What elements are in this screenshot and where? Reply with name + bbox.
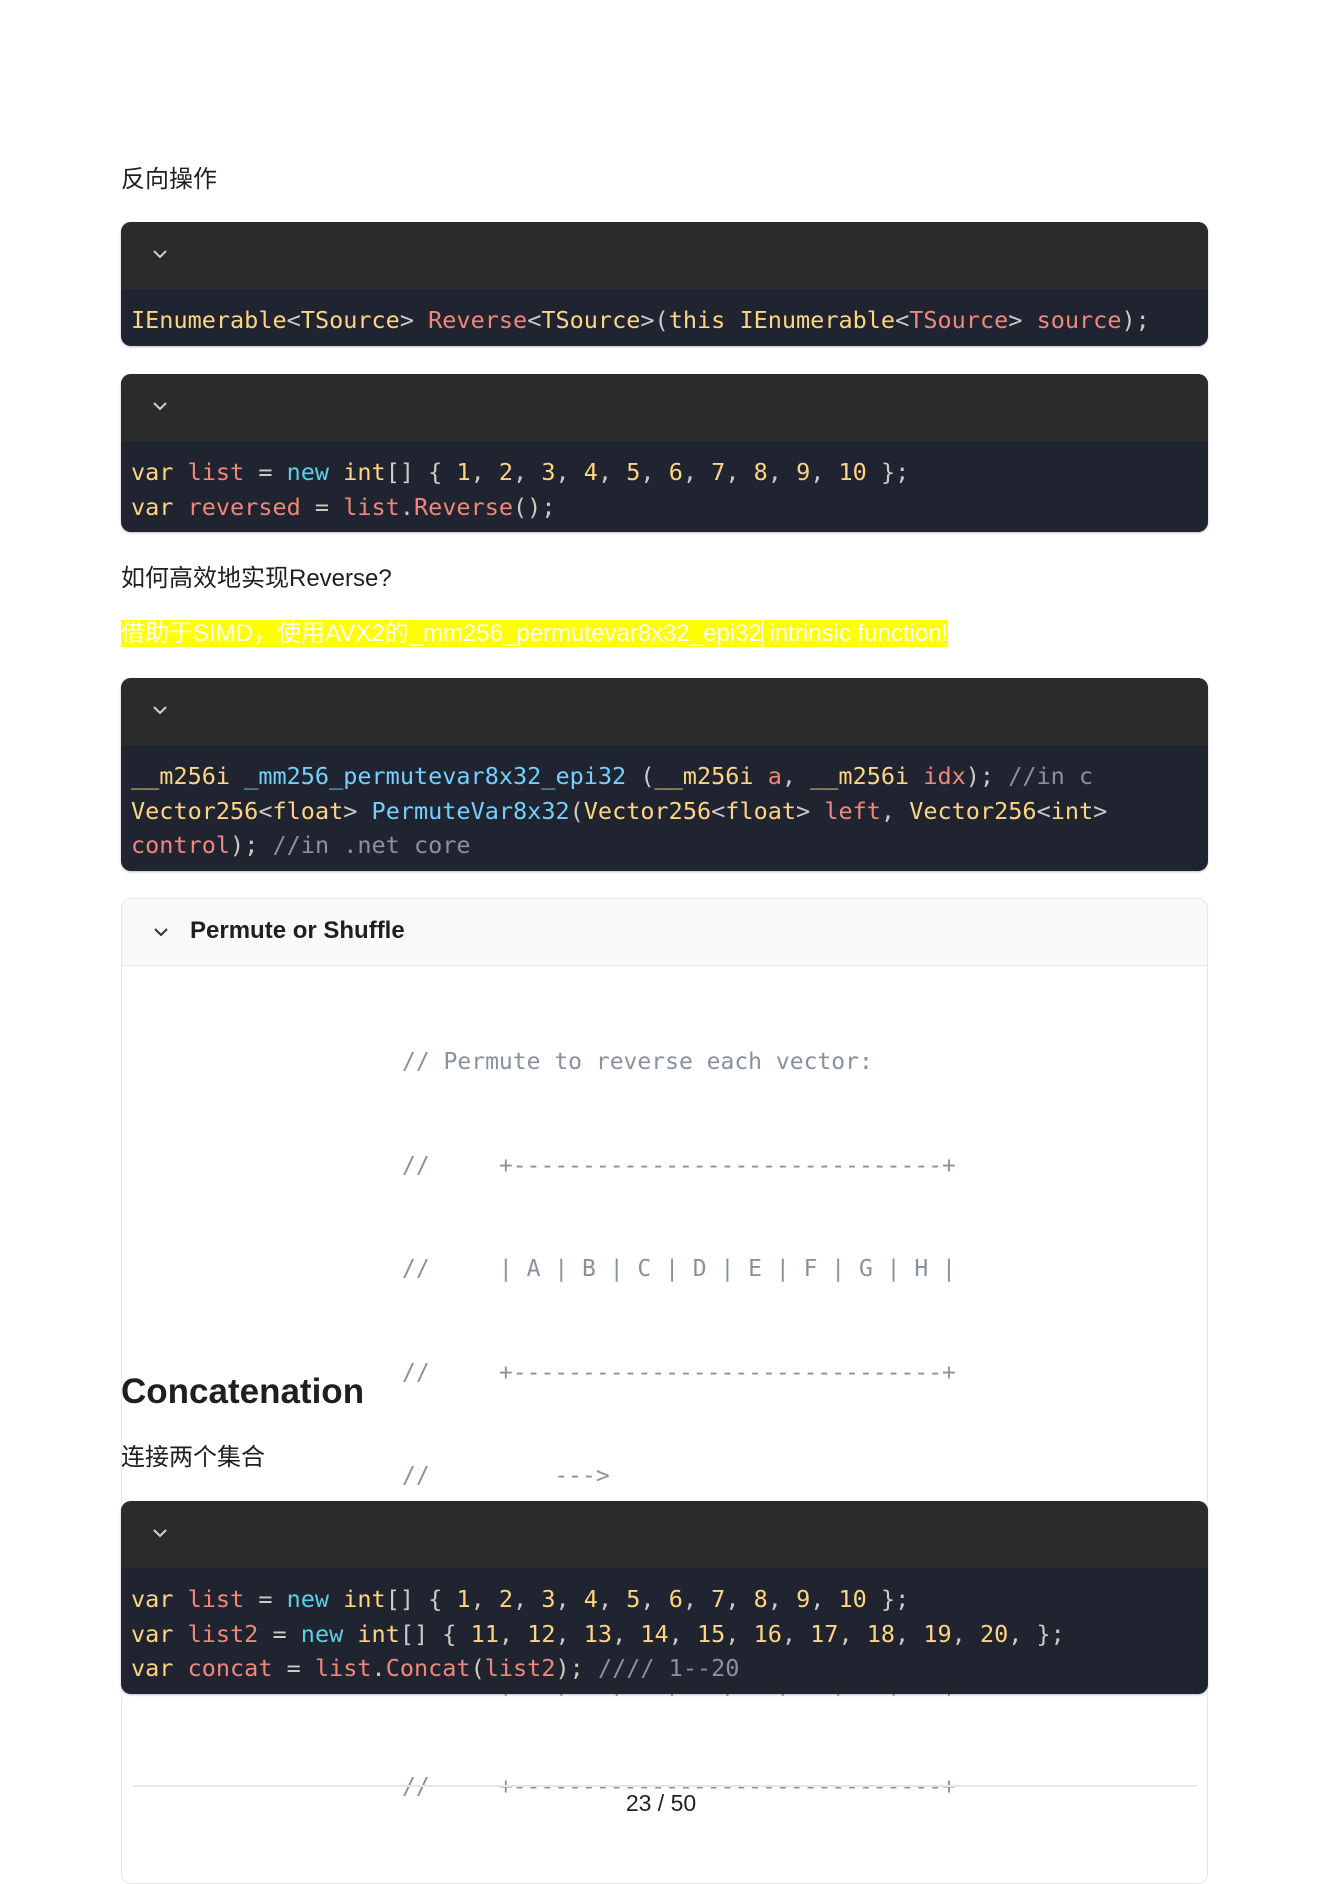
chevron-down-icon[interactable]: [148, 242, 172, 266]
highlight-suffix: intrinsic function!: [762, 620, 949, 647]
diagram-line: // Permute to reverse each vector:: [402, 1049, 873, 1075]
intro-text: 反向操作: [121, 166, 217, 193]
permute-header[interactable]: Permute or Shuffle: [122, 899, 1207, 966]
code-block-header[interactable]: [121, 222, 1208, 289]
code-block-header[interactable]: [121, 678, 1208, 745]
permute-diagram: // Permute to reverse each vector: // +-…: [122, 966, 1207, 1883]
code-body: IEnumerable<TSource> Reverse<TSource>(th…: [121, 289, 1208, 346]
code-block-header[interactable]: [121, 374, 1208, 441]
code-block-concat: var list = new int[] { 1, 2, 3, 4, 5, 6,…: [121, 1501, 1208, 1694]
diagram-line: // +-------------------------------+: [402, 1152, 956, 1179]
diagram-line: // | A | B | C | D | E | F | G | H |: [402, 1256, 956, 1282]
code-line: var reversed = list.Reverse();: [131, 492, 556, 521]
code-line: var list2 = new int[] { 11, 12, 13, 14, …: [131, 1619, 1065, 1648]
concat-intro-text: 连接两个集合: [121, 1444, 265, 1471]
highlight-text: 借助于SIMD，使用AVX2的_mm256_permutevar8x32_epi…: [121, 619, 949, 649]
footer-divider: [133, 1785, 1197, 1787]
section-title: Concatenation: [121, 1372, 365, 1411]
code-body: __m256i _mm256_permutevar8x32_epi32 (__m…: [121, 745, 1208, 871]
code-line: var list = new int[] { 1, 2, 3, 4, 5, 6,…: [131, 1585, 910, 1613]
code-line: __m256i _mm256_permutevar8x32_epi32 (__m…: [131, 762, 1094, 790]
code-block-reverse-signature: IEnumerable<TSource> Reverse<TSource>(th…: [121, 222, 1208, 346]
permute-title: Permute or Shuffle: [190, 917, 405, 944]
code-block-header[interactable]: [121, 1501, 1208, 1568]
code-block-reverse-example: var list = new int[] { 1, 2, 3, 4, 5, 6,…: [121, 374, 1208, 532]
diagram-line: // +-------------------------------+: [402, 1359, 956, 1386]
question-text: 如何高效地实现Reverse?: [121, 565, 392, 592]
chevron-down-icon[interactable]: [149, 920, 173, 944]
code-body: var list = new int[] { 1, 2, 3, 4, 5, 6,…: [121, 441, 1208, 532]
code-block-permutevar: __m256i _mm256_permutevar8x32_epi32 (__m…: [121, 678, 1208, 871]
chevron-down-icon[interactable]: [148, 1521, 172, 1545]
code-line: var list = new int[] { 1, 2, 3, 4, 5, 6,…: [131, 458, 910, 486]
chevron-down-icon[interactable]: [148, 394, 172, 418]
code-line: control); //in .net core: [131, 831, 471, 859]
page-number: 23 / 50: [625, 1790, 697, 1816]
code-line: var concat = list.Concat(list2); //// 1-…: [131, 1654, 740, 1682]
code-line: Vector256<float> PermuteVar8x32(Vector25…: [131, 796, 1108, 825]
code-line: IEnumerable<TSource> Reverse<TSource>(th…: [131, 306, 1150, 334]
highlight-prefix: 借助于SIMD，使用AVX2的: [121, 620, 409, 647]
highlight-boxed: _mm256_permutevar8x32_epi32: [408, 619, 763, 648]
diagram-line: // --->: [402, 1463, 610, 1489]
code-body: var list = new int[] { 1, 2, 3, 4, 5, 6,…: [121, 1568, 1208, 1694]
chevron-down-icon[interactable]: [148, 698, 172, 722]
document-page: 反向操作 IEnumerable<TSource> Reverse<TSourc…: [0, 0, 1322, 1884]
